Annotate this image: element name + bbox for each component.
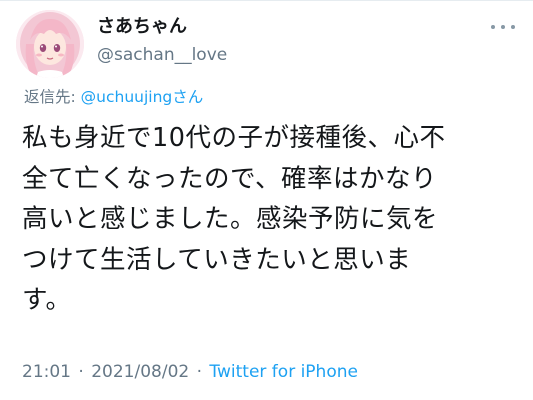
reply-suffix: さん — [172, 88, 204, 106]
meta-separator-2: · — [196, 362, 203, 382]
meta-separator: · — [78, 362, 84, 382]
tweet-meta: 21:01 · 2021/08/02 · Twitter for iPhone — [22, 361, 358, 383]
reply-to-line: 返信先: @uchuujingさん — [24, 86, 203, 108]
anime-girl-avatar-icon[interactable] — [16, 10, 84, 78]
more-dot — [501, 25, 505, 29]
more-horizontal-icon[interactable] — [491, 20, 515, 34]
tweet-text: 私も身近で10代の子が接種後、心不 全て亡くなったので、確率はかなり 高いと感じ… — [22, 123, 446, 315]
more-dot — [491, 25, 495, 29]
reply-prefix: 返信先: — [24, 88, 81, 106]
more-dot — [511, 25, 515, 29]
user-handle[interactable]: @sachan__love — [97, 44, 227, 66]
tweet-card: さあちゃん @sachan__love 返信先: @uchuujingさん 私も… — [0, 0, 533, 400]
tweet-source-link[interactable]: Twitter for iPhone — [209, 362, 358, 382]
user-display-name[interactable]: さあちゃん — [97, 16, 187, 38]
reply-mention-link[interactable]: @uchuujing — [81, 88, 173, 106]
tweet-date[interactable]: 2021/08/02 — [91, 362, 189, 382]
divider — [0, 0, 533, 1]
tweet-time[interactable]: 21:01 — [22, 362, 71, 382]
